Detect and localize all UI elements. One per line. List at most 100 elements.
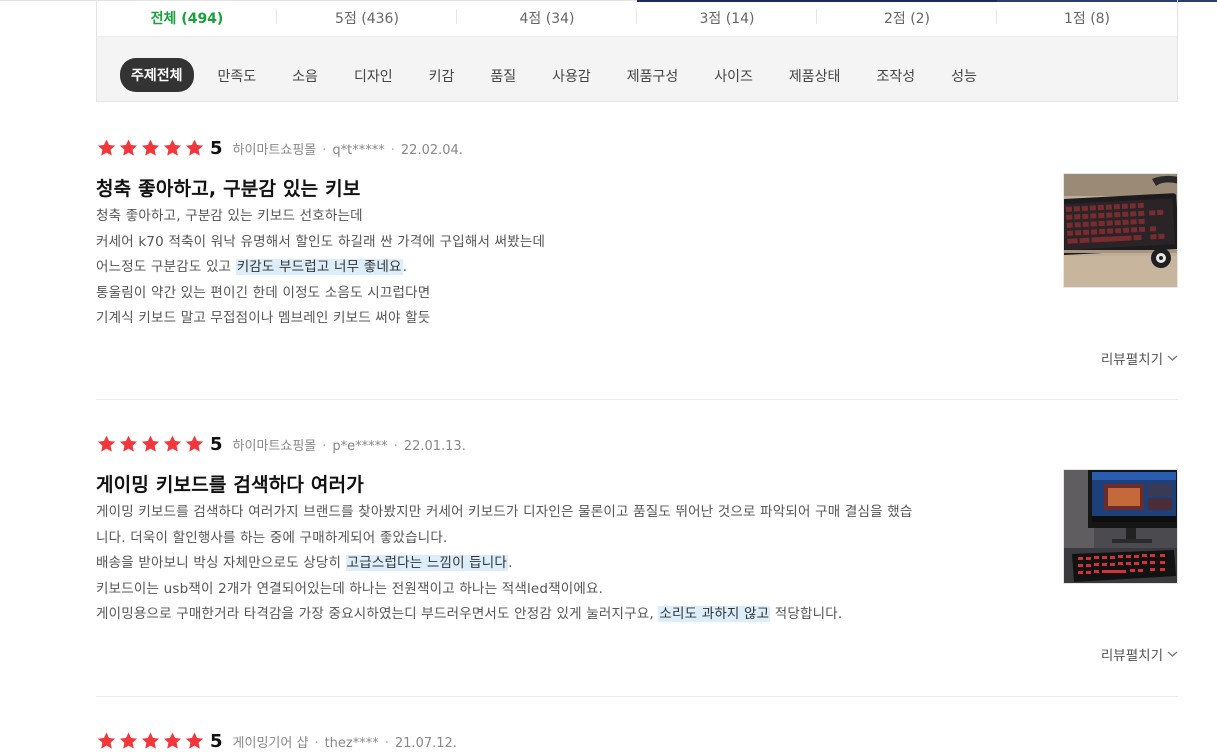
star-icon	[118, 434, 139, 454]
topic-chip-condition[interactable]: 제품상태	[789, 66, 841, 86]
review-text: 기계식 키보드 말고 무접점이나 멤브레인 키보드 써야 할듯	[96, 310, 431, 326]
review-text-line: 어느정도 구분감도 있고 키감도 부드럽고 너무 좋네요.	[96, 255, 1051, 281]
meta-separator: ·	[322, 438, 327, 454]
review-text: 배송을 받아보니 박싱 자체만으로도 상당히	[96, 555, 346, 571]
star-icon	[184, 434, 205, 454]
topic-chip-usability[interactable]: 사용감	[552, 66, 591, 86]
rating-score: 5	[210, 137, 223, 159]
topic-list: 주제전체 만족도 소음 디자인 키감 품질 사용감 제품구성 사이즈 제품상태 …	[120, 58, 1013, 92]
tab-score-4[interactable]: 4점 (34)	[457, 0, 637, 36]
rating-score: 5	[210, 433, 223, 455]
tab-score-all[interactable]: 전체 (494)	[97, 0, 277, 36]
keyword-highlight: 소리도 과하지 않고	[658, 606, 771, 622]
meta-separator: ·	[384, 735, 389, 751]
topic-chip-size[interactable]: 사이즈	[714, 66, 753, 86]
review-text-line: 기계식 키보드 말고 무접점이나 멤브레인 키보드 써야 할듯	[96, 306, 1051, 332]
review-text-line: 키보드이는 usb잭이 2개가 연결되어있는데 하나는 전원잭이고 하나는 적색…	[96, 577, 1051, 603]
meta-separator: ·	[393, 438, 398, 454]
review-text-line: 배송을 받아보니 박싱 자체만으로도 상당히 고급스럽다는 느낌이 듭니다.	[96, 551, 1051, 577]
review-text: 키보드이는 usb잭이 2개가 연결되어있는데 하나는 전원잭이고 하나는 적색…	[96, 580, 604, 597]
review-text-line: 니다. 더욱이 할인행사를 하는 중에 구매하게되어 좋았습니다.	[96, 526, 1051, 552]
expand-review-button[interactable]: 리뷰펼치기	[1101, 348, 1178, 368]
star-icon	[162, 731, 183, 751]
star-icon	[96, 434, 117, 454]
topic-chip-noise[interactable]: 소음	[292, 66, 318, 86]
user-id: thez****	[324, 735, 379, 751]
keyword-highlight: 고급스럽다는 느낌이 듭니다	[345, 555, 509, 571]
review-title: 청축 좋아하고, 구분감 있는 키보	[96, 178, 361, 200]
review-filter-box: 전체 (494) 5점 (436) 4점 (34) 3점 (14) 2점 (2)…	[96, 0, 1178, 102]
topic-chip-all[interactable]: 주제전체	[120, 58, 194, 92]
tab-score-2[interactable]: 2점 (2)	[817, 0, 997, 36]
chevron-down-icon	[1167, 651, 1178, 657]
star-icon	[118, 731, 139, 751]
keyboard-photo-icon	[1064, 174, 1177, 287]
star-icon	[140, 434, 161, 454]
review-date: 21.07.12.	[394, 735, 457, 751]
chevron-down-icon	[1167, 355, 1178, 361]
review-header: 5 게이밍기어 샵 · thez**** · 21.07.12.	[96, 730, 457, 752]
expand-review-label: 리뷰펼치기	[1100, 648, 1163, 664]
review-text: 커세어 k70 적축이 워낙 유명해서 할인도 하길래 싼 가격에 구입해서 써…	[96, 233, 546, 250]
topic-chip-performance[interactable]: 성능	[951, 66, 977, 86]
star-icon	[140, 731, 161, 751]
review-item: 5 하이마트쇼핑몰 · p*e***** · 22.01.13. 게이밍 키보드를 검색…	[96, 433, 1178, 673]
user-id: p*e*****	[332, 438, 388, 454]
review-meta: 하이마트쇼핑몰 · q*t***** · 22.02.04.	[233, 139, 463, 158]
review-title: 게이밍 키보드를 검색하다 여러가	[96, 474, 364, 496]
review-text-line: 게이밍용으로 구매한거라 타격감을 가장 중요시하였는디 부드러우면서도 안정감…	[96, 602, 1051, 628]
review-text-line: 게이밍 키보드를 검색하다 여러가지 브랜드를 찾아봤지만 커세어 키보드가 디…	[96, 500, 1051, 526]
star-icon	[184, 731, 205, 751]
user-id: q*t*****	[332, 142, 385, 158]
review-text: .	[508, 555, 513, 571]
review-photo-thumbnail[interactable]	[1063, 173, 1178, 288]
review-text: 게이밍용으로 구매한거라 타격감을 가장 중요시하였는디 부드러우면서도 안정감…	[96, 606, 659, 622]
review-text: 게이밍 키보드를 검색하다 여러가지 브랜드를 찾아봤지만 커세어 키보드가 디…	[96, 504, 913, 520]
star-rating	[96, 434, 206, 454]
star-icon	[140, 138, 161, 158]
rating-score: 5	[210, 730, 223, 752]
review-header: 5 하이마트쇼핑몰 · p*e***** · 22.01.13.	[96, 433, 466, 455]
tab-score-5[interactable]: 5점 (436)	[277, 0, 457, 36]
review-text: .	[402, 259, 408, 275]
star-rating	[96, 731, 206, 751]
topic-chip-components[interactable]: 제품구성	[627, 66, 679, 86]
meta-separator: ·	[390, 142, 395, 158]
review-item: 5 하이마트쇼핑몰 · q*t***** · 22.02.04. 청축 좋아하고, 구분…	[96, 137, 1178, 377]
topic-filter-bar: 주제전체 만족도 소음 디자인 키감 품질 사용감 제품구성 사이즈 제품상태 …	[97, 36, 1177, 101]
monitor-keyboard-photo-icon	[1064, 470, 1177, 583]
review-text-line: 청축 좋아하고, 구분감 있는 키보드 선호하는데	[96, 204, 1051, 230]
review-item: 5 게이밍기어 샵 · thez**** · 21.07.12.	[96, 730, 1178, 752]
expand-review-button[interactable]: 리뷰펼치기	[1101, 644, 1178, 664]
topic-chip-design[interactable]: 디자인	[354, 66, 393, 86]
topic-chip-operability[interactable]: 조작성	[876, 66, 915, 86]
meta-separator: ·	[314, 735, 319, 751]
score-filter-tabs: 전체 (494) 5점 (436) 4점 (34) 3점 (14) 2점 (2)…	[97, 0, 1177, 36]
shop-name: 게이밍기어 샵	[232, 735, 309, 751]
review-date: 22.01.13.	[403, 438, 466, 454]
topic-chip-key-feel[interactable]: 키감	[429, 66, 455, 86]
review-text: 적당합니다.	[770, 606, 843, 622]
star-icon	[96, 731, 117, 751]
review-text-line: 커세어 k70 적축이 워낙 유명해서 할인도 하길래 싼 가격에 구입해서 써…	[96, 230, 1051, 256]
topic-chip-quality[interactable]: 품질	[490, 66, 516, 86]
shop-name: 하이마트쇼핑몰	[232, 142, 317, 158]
keyword-highlight: 키감도 부드럽고 너무 좋네요	[235, 259, 403, 275]
review-date: 22.02.04.	[400, 142, 463, 158]
review-photo-thumbnail[interactable]	[1063, 469, 1178, 584]
expand-review-label: 리뷰펼치기	[1100, 352, 1163, 368]
topic-chip-satisfaction[interactable]: 만족도	[218, 66, 257, 86]
star-icon	[96, 138, 117, 158]
tab-score-3[interactable]: 3점 (14)	[637, 0, 817, 36]
star-icon	[184, 138, 205, 158]
star-rating	[96, 138, 206, 158]
review-text: 어느정도 구분감도 있고	[96, 259, 236, 275]
review-text: 청축 좋아하고, 구분감 있는 키보드 선호하는데	[96, 208, 363, 224]
star-icon	[162, 138, 183, 158]
review-divider	[96, 696, 1178, 697]
meta-separator: ·	[322, 142, 327, 158]
star-icon	[162, 434, 183, 454]
tab-score-1[interactable]: 1점 (8)	[997, 0, 1177, 36]
review-text: 니다. 더욱이 할인행사를 하는 중에 구매하게되어 좋았습니다.	[96, 529, 448, 546]
star-icon	[118, 138, 139, 158]
